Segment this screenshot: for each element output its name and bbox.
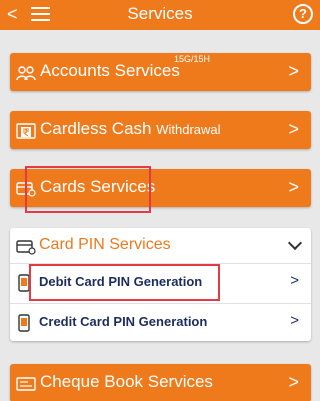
cardless-cash-row[interactable]: Cardless Cash Withdrawal > bbox=[10, 111, 311, 149]
cardless-cash-label: Cardless Cash Withdrawal bbox=[40, 119, 221, 138]
card-pin-services-header[interactable]: Card PIN Services bbox=[10, 228, 311, 262]
accounts-services-row[interactable]: Accounts Services 15G/15H > bbox=[10, 53, 311, 91]
chevron-right-icon: > bbox=[288, 177, 299, 197]
chevron-right-icon: > bbox=[290, 312, 299, 329]
cards-services-highlight bbox=[25, 166, 151, 213]
page-title: Services bbox=[127, 4, 193, 23]
card-pin-services-label: Card PIN Services bbox=[39, 236, 171, 253]
app-header: < Services ? bbox=[0, 0, 320, 30]
chevron-right-icon: > bbox=[288, 61, 299, 81]
cheque-book-services-label: Cheque Book Services bbox=[40, 372, 213, 391]
help-icon[interactable]: ? bbox=[293, 4, 313, 24]
card-pin-icon bbox=[16, 240, 36, 255]
chevron-right-icon: > bbox=[288, 119, 299, 139]
cheque-book-icon bbox=[16, 377, 36, 391]
credit-card-pin-generation-item[interactable]: Credit Card PIN Generation > bbox=[10, 303, 311, 340]
accounts-services-label: Accounts Services bbox=[40, 61, 180, 80]
chevron-right-icon: > bbox=[288, 372, 299, 392]
mobile-phone-icon bbox=[18, 314, 30, 332]
credit-card-pin-generation-label: Credit Card PIN Generation bbox=[39, 314, 208, 329]
people-icon bbox=[16, 66, 36, 81]
debit-card-pin-highlight bbox=[29, 264, 220, 301]
cheque-book-services-row[interactable]: Cheque Book Services > bbox=[10, 364, 311, 401]
rupee-note-icon bbox=[16, 123, 36, 139]
form-15g-15h-badge: 15G/15H bbox=[174, 54, 211, 64]
chevron-down-icon[interactable] bbox=[287, 235, 303, 251]
chevron-right-icon: > bbox=[290, 272, 299, 289]
withdrawal-sublabel: Withdrawal bbox=[156, 122, 221, 137]
